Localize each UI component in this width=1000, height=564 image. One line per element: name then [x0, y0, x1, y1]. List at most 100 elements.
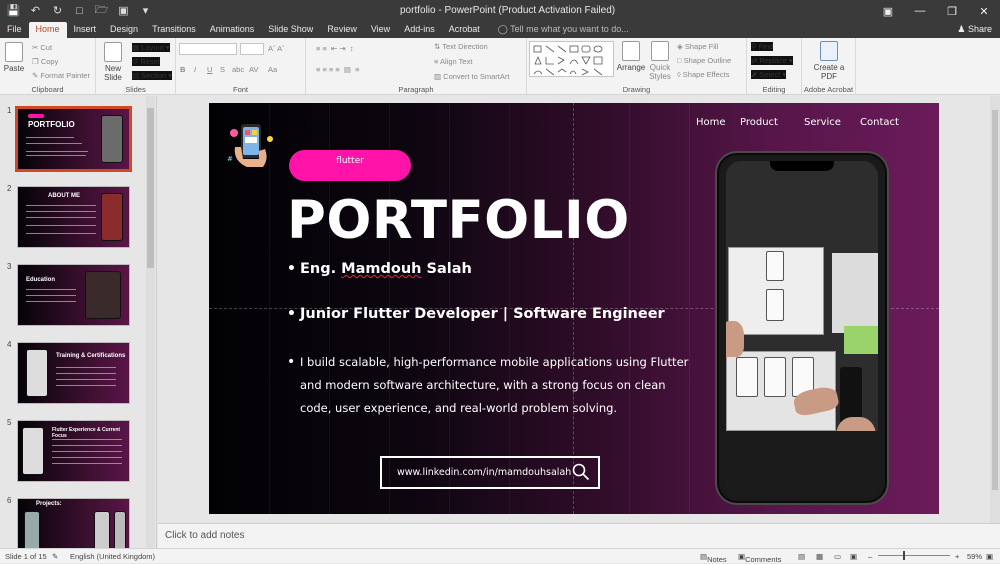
- new-slide-button[interactable]: New Slide: [99, 42, 127, 82]
- minimize-icon[interactable]: —: [904, 0, 936, 22]
- section-button[interactable]: ▤ Section ▾: [132, 71, 173, 80]
- slide-sorter-icon[interactable]: ▦: [816, 552, 823, 561]
- slide-thumbnail[interactable]: 6 Projects:: [0, 496, 145, 548]
- shapes-gallery[interactable]: [529, 41, 614, 77]
- shape-outline-button[interactable]: □ Shape Outline: [677, 56, 731, 65]
- tab-acrobat[interactable]: Acrobat: [442, 22, 487, 38]
- zoom-out-button[interactable]: –: [868, 552, 872, 561]
- slide-thumbnail[interactable]: 1 PORTFOLIO: [0, 106, 145, 172]
- zoom-level[interactable]: 59%: [967, 552, 982, 561]
- copy-button[interactable]: ❐ Copy: [32, 57, 58, 66]
- shape-effects-button[interactable]: ◊ Shape Effects: [677, 70, 729, 79]
- align-text-button[interactable]: ≡ Align Text: [434, 57, 472, 66]
- tab-file[interactable]: File: [0, 22, 29, 38]
- character-spacing-button[interactable]: AV: [249, 65, 258, 74]
- present-icon[interactable]: ▣: [116, 3, 131, 18]
- tab-review[interactable]: Review: [320, 22, 364, 38]
- bullets-button[interactable]: ≡ ≡ ⇤ ⇥ ↕: [316, 44, 354, 53]
- reading-view-icon[interactable]: ▭: [834, 552, 841, 561]
- select-button[interactable]: ⬈ Select ▾: [751, 70, 787, 79]
- zoom-slider[interactable]: [878, 555, 950, 556]
- redo-icon[interactable]: ↻: [50, 3, 65, 18]
- close-icon[interactable]: ✕: [968, 0, 1000, 22]
- linkedin-link-box[interactable]: www.linkedin.com/in/mamdouhsalah: [380, 456, 600, 489]
- quick-styles-button[interactable]: Quick Styles: [648, 41, 672, 81]
- paste-button[interactable]: Paste: [3, 42, 25, 73]
- editor-scrollbar[interactable]: [990, 96, 1000, 523]
- nav-product[interactable]: Product: [740, 117, 778, 128]
- slideshow-icon[interactable]: ▣: [850, 552, 857, 561]
- nav-contact[interactable]: Contact: [860, 117, 899, 128]
- tab-add-ins[interactable]: Add-ins: [397, 22, 442, 38]
- notes-pane[interactable]: Click to add notes: [158, 523, 1000, 548]
- replace-button[interactable]: ⇄ Replace ▾: [751, 56, 793, 65]
- find-button[interactable]: ⚲ Find: [751, 42, 774, 51]
- convert-smartart-button[interactable]: ▨ Convert to SmartArt: [434, 72, 509, 81]
- slide-thumbnail[interactable]: 3 Education: [0, 262, 145, 326]
- thumbnail-scrollbar[interactable]: [146, 96, 155, 548]
- open-folder-icon[interactable]: 🗁: [94, 3, 109, 18]
- phone-mockup[interactable]: [715, 151, 889, 505]
- slide-thumbnail[interactable]: 2 ABOUT ME: [0, 184, 145, 248]
- scrollbar-thumb[interactable]: [147, 108, 154, 268]
- strikethrough-button[interactable]: S: [220, 65, 225, 74]
- new-file-icon[interactable]: □: [72, 3, 87, 18]
- slide-canvas[interactable]: # Home Product Service Contact flutter P…: [209, 103, 939, 514]
- tab-view[interactable]: View: [364, 22, 397, 38]
- thumbnail-preview[interactable]: Flutter Experience & Current Focus: [17, 420, 130, 482]
- notes-toggle[interactable]: ▤ Notes: [700, 552, 727, 564]
- align-buttons[interactable]: ≡ ≡ ≡ ≡ ▤ ≡: [316, 65, 360, 74]
- cut-button[interactable]: ✂ Cut: [32, 43, 52, 52]
- create-pdf-button[interactable]: Create a PDF: [812, 41, 846, 81]
- nav-service[interactable]: Service: [804, 117, 841, 128]
- shape-fill-button[interactable]: ◈ Shape Fill: [677, 42, 718, 51]
- zoom-in-button[interactable]: +: [955, 552, 959, 561]
- tab-insert[interactable]: Insert: [67, 22, 104, 38]
- thumbnail-preview[interactable]: ABOUT ME: [17, 186, 130, 248]
- font-name-dropdown[interactable]: [179, 43, 237, 55]
- tab-design[interactable]: Design: [103, 22, 145, 38]
- ribbon-display-icon[interactable]: ▣: [872, 0, 904, 22]
- grow-font-button[interactable]: Aˆ Aˇ: [268, 44, 285, 53]
- ribbon-tabs: File Home Insert Design Transitions Anim…: [0, 22, 1000, 38]
- thumbnail-preview[interactable]: Projects:: [17, 498, 130, 548]
- format-painter-button[interactable]: ✎ Format Painter: [32, 71, 90, 80]
- save-icon[interactable]: 💾: [6, 3, 21, 18]
- thumbnail-preview[interactable]: Training & Certifications: [17, 342, 130, 404]
- comments-toggle[interactable]: ▣ Comments: [738, 552, 781, 564]
- status-bar: Slide 1 of 15 ✎ English (United Kingdom)…: [0, 548, 1000, 564]
- layout-button[interactable]: ▦ Layout ▾: [132, 43, 170, 52]
- thumbnail-preview[interactable]: PORTFOLIO: [15, 106, 132, 172]
- tab-slide-show[interactable]: Slide Show: [261, 22, 320, 38]
- tab-home[interactable]: Home: [28, 22, 67, 38]
- font-size-dropdown[interactable]: [240, 43, 264, 55]
- undo-icon[interactable]: ↶: [28, 3, 43, 18]
- customize-qat-icon[interactable]: ▾: [138, 3, 153, 18]
- slide-thumbnail[interactable]: 5 Flutter Experience & Current Focus: [0, 418, 145, 482]
- scrollbar-thumb[interactable]: [992, 110, 998, 490]
- strikethrough-text-button[interactable]: abc: [232, 65, 244, 74]
- proofing-icon[interactable]: ✎: [52, 552, 58, 561]
- reset-button[interactable]: ↺ Reset: [132, 57, 160, 66]
- tab-animations[interactable]: Animations: [203, 22, 262, 38]
- language-indicator[interactable]: English (United Kingdom): [70, 552, 155, 561]
- underline-button[interactable]: U: [207, 65, 212, 74]
- slide-thumbnail[interactable]: 4 Training & Certifications: [0, 340, 145, 404]
- slide-title[interactable]: PORTFOLIO: [287, 190, 630, 251]
- thumbnail-preview[interactable]: Education: [17, 264, 130, 326]
- tab-transitions[interactable]: Transitions: [145, 22, 203, 38]
- zoom-slider-thumb[interactable]: [903, 551, 905, 560]
- change-case-button[interactable]: Aa: [268, 65, 277, 74]
- maximize-icon[interactable]: ❐: [936, 0, 968, 22]
- normal-view-icon[interactable]: ▤: [798, 552, 805, 561]
- tell-me-search[interactable]: ◯ Tell me what you want to do...: [491, 22, 636, 38]
- nav-home[interactable]: Home: [696, 117, 726, 128]
- flutter-pill[interactable]: flutter: [289, 150, 411, 181]
- italic-button[interactable]: I: [194, 65, 196, 74]
- share-button[interactable]: ♟ Share: [957, 24, 992, 35]
- fit-slide-icon[interactable]: ▣: [986, 552, 993, 561]
- text-direction-button[interactable]: ⇅ Text Direction: [434, 42, 488, 51]
- hand-phone-illustration[interactable]: #: [225, 121, 277, 173]
- bold-button[interactable]: B: [180, 65, 185, 74]
- arrange-button[interactable]: Arrange: [616, 41, 646, 72]
